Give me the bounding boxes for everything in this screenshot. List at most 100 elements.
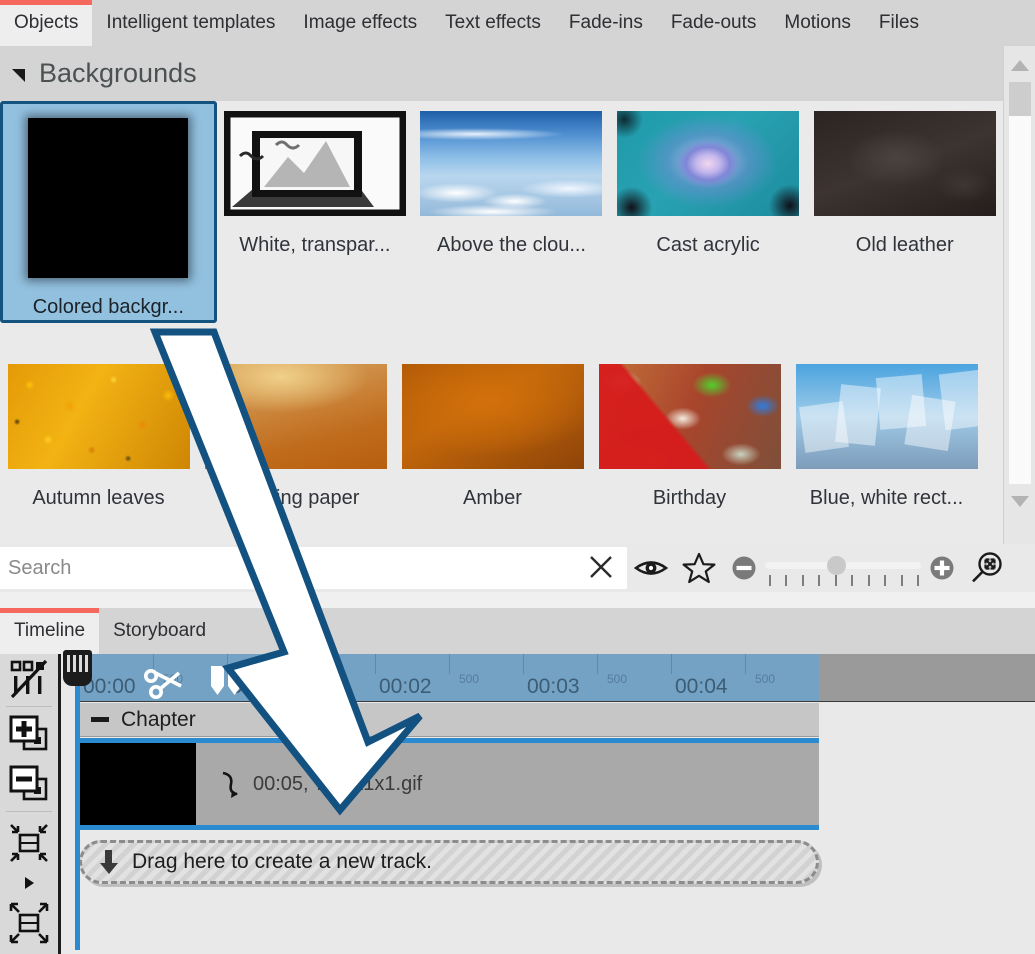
page-title: Backgrounds xyxy=(39,58,197,89)
gallery-item-label: Cast acrylic xyxy=(656,234,759,257)
more-options-button[interactable] xyxy=(0,872,58,894)
gallery-item-old-leather[interactable]: Old leather xyxy=(806,101,1003,323)
gallery-item-amber[interactable]: Amber xyxy=(394,354,591,510)
zoom-slider-thumb[interactable] xyxy=(827,556,846,575)
tab-label: Image effects xyxy=(303,12,417,34)
ruler-sublabel: 500 xyxy=(311,672,331,686)
scroll-down-button[interactable] xyxy=(1004,488,1035,514)
magnifier-expand-icon xyxy=(969,550,1005,586)
play-triangle-icon xyxy=(21,874,37,892)
favorites-button[interactable] xyxy=(675,545,723,591)
tab-image-effects[interactable]: Image effects xyxy=(289,0,431,46)
gallery-scrollbar[interactable] xyxy=(1003,46,1035,544)
gallery-item-label: Birthday xyxy=(653,487,726,510)
timeline-body: 00:00 00:01 00:02 00:03 00:04 500 500 50… xyxy=(58,654,1035,954)
tab-label: Timeline xyxy=(14,620,85,642)
gallery-item-label: Above the clou... xyxy=(437,234,586,257)
add-track-icon xyxy=(8,713,50,755)
tab-text-effects[interactable]: Text effects xyxy=(431,0,555,46)
tab-files[interactable]: Files xyxy=(865,0,933,46)
tab-motions[interactable]: Motions xyxy=(770,0,865,46)
gallery-row: Colored backgr... White, transpar... xyxy=(0,101,1003,323)
triangle-collapse-icon[interactable] xyxy=(12,69,25,82)
shrink-timeline-button[interactable] xyxy=(0,814,58,872)
gallery-item-blue-white-rectangles[interactable]: Blue, white rect... xyxy=(788,354,985,510)
tab-intelligent-templates[interactable]: Intelligent templates xyxy=(92,0,289,46)
timeline-ruler[interactable]: 00:00 00:01 00:02 00:03 00:04 500 500 50… xyxy=(79,654,819,702)
tab-label: Intelligent templates xyxy=(106,12,275,34)
loop-arrow-icon xyxy=(219,769,245,799)
gallery-item-label: Old leather xyxy=(856,234,954,257)
gallery-item-label: Packing paper xyxy=(232,487,360,510)
chevron-up-icon xyxy=(1011,60,1029,71)
remove-track-button[interactable] xyxy=(0,759,58,809)
tab-label: Motions xyxy=(784,12,851,34)
tab-fade-outs[interactable]: Fade-outs xyxy=(657,0,771,46)
tab-label: Objects xyxy=(14,12,78,34)
shrink-timeline-icon xyxy=(7,819,51,867)
chapter-row[interactable]: Chapter xyxy=(79,703,819,737)
search-toolbar xyxy=(0,544,1035,592)
tab-storyboard[interactable]: Storyboard xyxy=(99,608,220,654)
scroll-up-button[interactable] xyxy=(1004,52,1035,78)
backgrounds-gallery: Colored backgr... White, transpar... xyxy=(0,101,1003,544)
gallery-item-autumn-leaves[interactable]: Autumn leaves xyxy=(0,354,197,510)
gallery-item-label: Autumn leaves xyxy=(32,487,164,510)
tab-label: Files xyxy=(879,12,919,34)
application-window: Objects Intelligent templates Image effe… xyxy=(0,0,1035,954)
tab-objects[interactable]: Objects xyxy=(0,0,92,46)
gallery-item-above-the-clouds[interactable]: Above the clou... xyxy=(413,101,610,323)
star-icon xyxy=(682,552,716,584)
thumbnail-birthday xyxy=(599,364,781,469)
timeline-panel: 00:00 00:01 00:02 00:03 00:04 500 500 50… xyxy=(0,654,1035,954)
gallery-item-label: Colored backgr... xyxy=(33,296,184,319)
tab-label: Storyboard xyxy=(113,620,206,642)
picture-frame-icon xyxy=(224,111,406,216)
gallery-item-birthday[interactable]: Birthday xyxy=(591,354,788,510)
gallery-item-colored-background[interactable]: Colored backgr... xyxy=(0,101,217,323)
expand-timeline-button[interactable] xyxy=(0,894,58,952)
scrollbar-track[interactable] xyxy=(1009,82,1031,484)
split-objects-button[interactable] xyxy=(0,654,58,704)
ruler-label: 00:02 xyxy=(379,675,432,699)
zoom-slider-ticks xyxy=(769,575,919,587)
gallery-item-white-transparent[interactable]: White, transpar... xyxy=(217,101,414,323)
gallery-item-packing-paper[interactable]: Packing paper xyxy=(197,354,394,510)
close-x-icon[interactable] xyxy=(587,553,615,581)
zoom-slider[interactable] xyxy=(765,545,921,591)
eye-icon xyxy=(634,555,668,581)
tab-label: Fade-outs xyxy=(671,12,757,34)
down-arrow-icon xyxy=(98,848,120,876)
fit-to-window-button[interactable] xyxy=(963,545,1011,591)
divider xyxy=(6,811,52,812)
new-track-dropzone[interactable]: Drag here to create a new track. xyxy=(79,840,819,884)
zoom-out-button[interactable] xyxy=(723,545,765,591)
playhead[interactable] xyxy=(75,650,80,950)
zoom-in-button[interactable] xyxy=(921,545,963,591)
ruler-label: 00:03 xyxy=(527,675,580,699)
preview-button[interactable] xyxy=(627,545,675,591)
gallery-item-cast-acrylic[interactable]: Cast acrylic xyxy=(610,101,807,323)
clip-duration: 00:05, xyxy=(253,773,309,796)
add-track-button[interactable] xyxy=(0,709,58,759)
thumbnail-cast-acrylic xyxy=(617,111,799,216)
search-input[interactable] xyxy=(0,548,560,588)
ruler-label: 00:04 xyxy=(675,675,728,699)
thumbnail-amber xyxy=(402,364,584,469)
section-header-backgrounds[interactable]: Backgrounds xyxy=(0,46,1003,101)
ruler-sublabel: 500 xyxy=(607,672,627,686)
timeline-track[interactable]: 00:05, black1x1.gif xyxy=(79,738,819,830)
chevron-down-icon xyxy=(1011,496,1029,507)
chapter-label: Chapter xyxy=(121,708,196,732)
chapter-marker-icon[interactable] xyxy=(207,664,247,698)
tab-timeline[interactable]: Timeline xyxy=(0,608,99,654)
scrollbar-thumb[interactable] xyxy=(1009,82,1031,116)
tab-fade-ins[interactable]: Fade-ins xyxy=(555,0,657,46)
thumbnail-picture-frame xyxy=(224,111,406,216)
scissors-icon[interactable] xyxy=(141,660,187,700)
search-field-wrapper[interactable] xyxy=(0,547,627,589)
clip-thumbnail[interactable] xyxy=(79,743,196,825)
playhead-icon[interactable] xyxy=(63,650,92,686)
minus-icon[interactable] xyxy=(91,717,109,722)
new-track-label: Drag here to create a new track. xyxy=(132,850,432,874)
